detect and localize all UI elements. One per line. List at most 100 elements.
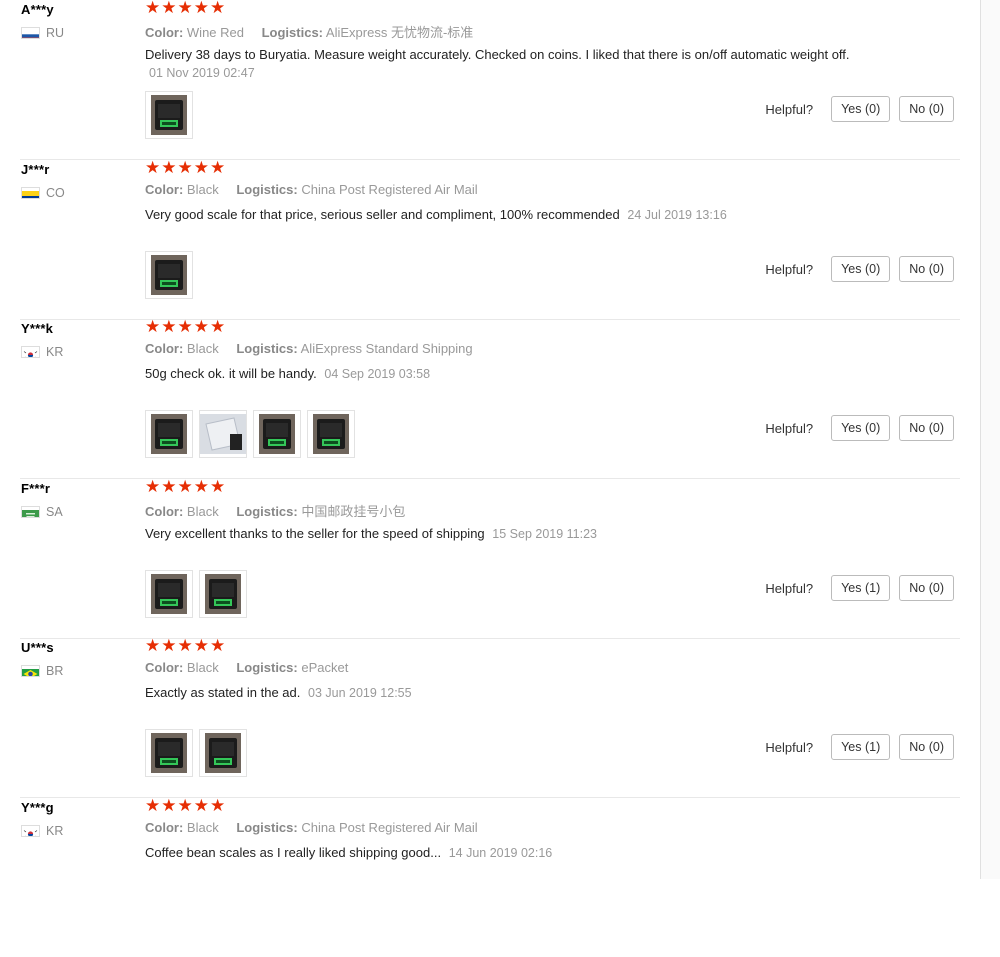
review-text: Coffee bean scales as I really liked shi… [145, 845, 442, 860]
logistics-value: ePacket [301, 660, 349, 675]
star-rating: ★★★★★ [145, 477, 227, 496]
review-photo-thumbnail[interactable] [145, 729, 193, 777]
review-photo-thumbnail[interactable] [307, 410, 355, 458]
country-code: BR [46, 664, 64, 678]
review-text: Exactly as stated in the ad. [145, 685, 301, 700]
helpful-vote: Helpful? Yes (1) No (0) [765, 734, 954, 760]
review-comment: Very good scale for that price, serious … [145, 206, 865, 224]
logistics-value: 中国邮政挂号小包 [301, 504, 406, 519]
flag-kr-icon [21, 346, 40, 358]
country-code: KR [46, 345, 64, 359]
helpful-yes-button[interactable]: Yes (1) [831, 575, 891, 601]
logistics-value: AliExpress 无忧物流-标准 [325, 25, 474, 40]
review-date: 15 Sep 2019 11:23 [492, 527, 598, 541]
color-value: Black [186, 504, 219, 519]
color-label: Color: [145, 341, 184, 356]
order-info: Color: Black Logistics: 中国邮政挂号小包 [145, 501, 405, 520]
helpful-no-button[interactable]: No (0) [899, 96, 954, 122]
scale-photo-icon [151, 95, 187, 135]
logistics-label: Logistics: [236, 504, 298, 519]
helpful-yes-button[interactable]: Yes (0) [831, 415, 891, 441]
scale-photo-icon [313, 414, 349, 454]
review-photos [145, 729, 253, 777]
review-photos [145, 251, 199, 299]
helpful-vote: Helpful? Yes (0) No (0) [765, 415, 954, 441]
star-rating: ★★★★★ [145, 317, 227, 336]
scale-photo-icon [151, 414, 187, 454]
logistics-label: Logistics: [236, 820, 298, 835]
review-photo-thumbnail[interactable] [145, 570, 193, 618]
review-photo-thumbnail[interactable] [253, 410, 301, 458]
review-item: Y***k KR ★★★★★ Color: Black Logistics: A… [0, 317, 960, 479]
country-code: KR [46, 824, 64, 838]
reviewer-name: Y***g [21, 800, 54, 815]
reviewer-name: J***r [21, 162, 50, 177]
star-rating: ★★★★★ [145, 796, 227, 815]
scale-photo-icon [259, 414, 295, 454]
review-photo-thumbnail[interactable] [145, 410, 193, 458]
review-photo-thumbnail[interactable] [199, 570, 247, 618]
helpful-no-button[interactable]: No (0) [899, 415, 954, 441]
review-photo-thumbnail[interactable] [199, 410, 247, 458]
review-photo-thumbnail[interactable] [145, 91, 193, 139]
helpful-yes-button[interactable]: Yes (0) [831, 256, 891, 282]
order-info: Color: Black Logistics: AliExpress Stand… [145, 341, 473, 356]
helpful-no-button[interactable]: No (0) [899, 734, 954, 760]
color-value: Black [186, 182, 219, 197]
logistics-label: Logistics: [236, 341, 298, 356]
flag-kr-icon [21, 825, 40, 837]
helpful-no-button[interactable]: No (0) [899, 575, 954, 601]
flag-br-icon [21, 665, 40, 677]
review-date: 14 Jun 2019 02:16 [448, 846, 553, 860]
review-comment: Very excellent thanks to the seller for … [145, 525, 865, 543]
review-comment: Exactly as stated in the ad. 03 Jun 2019… [145, 684, 865, 702]
color-value: Wine Red [186, 25, 244, 40]
star-rating: ★★★★★ [145, 636, 227, 655]
scrollbar[interactable] [980, 0, 1000, 879]
reviewer-name: Y***k [21, 321, 54, 336]
logistics-value: AliExpress Standard Shipping [300, 341, 473, 356]
helpful-vote: Helpful? Yes (0) No (0) [765, 96, 954, 122]
logistics-label: Logistics: [236, 660, 298, 675]
scale-photo-icon [205, 574, 241, 614]
reviewer-country: BR [21, 664, 63, 678]
flag-sa-icon [21, 506, 40, 518]
helpful-label: Helpful? [765, 580, 814, 596]
reviewer-name: A***y [21, 2, 54, 17]
review-comment: Delivery 38 days to Buryatia. Measure we… [145, 46, 865, 82]
review-text: Delivery 38 days to Buryatia. Measure we… [145, 47, 850, 62]
review-date: 24 Jul 2019 13:16 [627, 208, 727, 222]
review-photo-thumbnail[interactable] [145, 251, 193, 299]
reviewer-name: F***r [21, 481, 51, 496]
order-info: Color: Black Logistics: China Post Regis… [145, 820, 478, 835]
scale-photo-icon [151, 574, 187, 614]
review-photos [145, 570, 253, 618]
color-label: Color: [145, 25, 184, 40]
review-item: Y***g KR ★★★★★ Color: Black Logistics: C… [0, 796, 960, 957]
review-item: U***s BR ★★★★★ Color: Black Logistics: e… [0, 636, 960, 798]
review-text: Very good scale for that price, serious … [145, 207, 620, 222]
country-code: SA [46, 505, 63, 519]
order-info: Color: Black Logistics: ePacket [145, 660, 348, 675]
star-rating: ★★★★★ [145, 0, 227, 17]
helpful-no-button[interactable]: No (0) [899, 256, 954, 282]
review-photos [145, 91, 199, 139]
helpful-vote: Helpful? Yes (0) No (0) [765, 256, 954, 282]
helpful-yes-button[interactable]: Yes (0) [831, 96, 891, 122]
review-photo-thumbnail[interactable] [199, 729, 247, 777]
helpful-label: Helpful? [765, 101, 814, 117]
logistics-value: China Post Registered Air Mail [301, 820, 478, 835]
helpful-label: Helpful? [765, 420, 814, 436]
color-label: Color: [145, 504, 184, 519]
helpful-yes-button[interactable]: Yes (1) [831, 734, 891, 760]
reviewer-country: SA [21, 505, 63, 519]
order-info: Color: Black Logistics: China Post Regis… [145, 182, 478, 197]
review-date: 01 Nov 2019 02:47 [149, 66, 255, 80]
color-label: Color: [145, 660, 184, 675]
reviewer-country: KR [21, 345, 63, 359]
logistics-label: Logistics: [261, 25, 324, 40]
reviewer-country: RU [21, 26, 64, 40]
scale-photo-icon [151, 255, 187, 295]
helpful-vote: Helpful? Yes (1) No (0) [765, 575, 954, 601]
logistics-value: China Post Registered Air Mail [301, 182, 478, 197]
